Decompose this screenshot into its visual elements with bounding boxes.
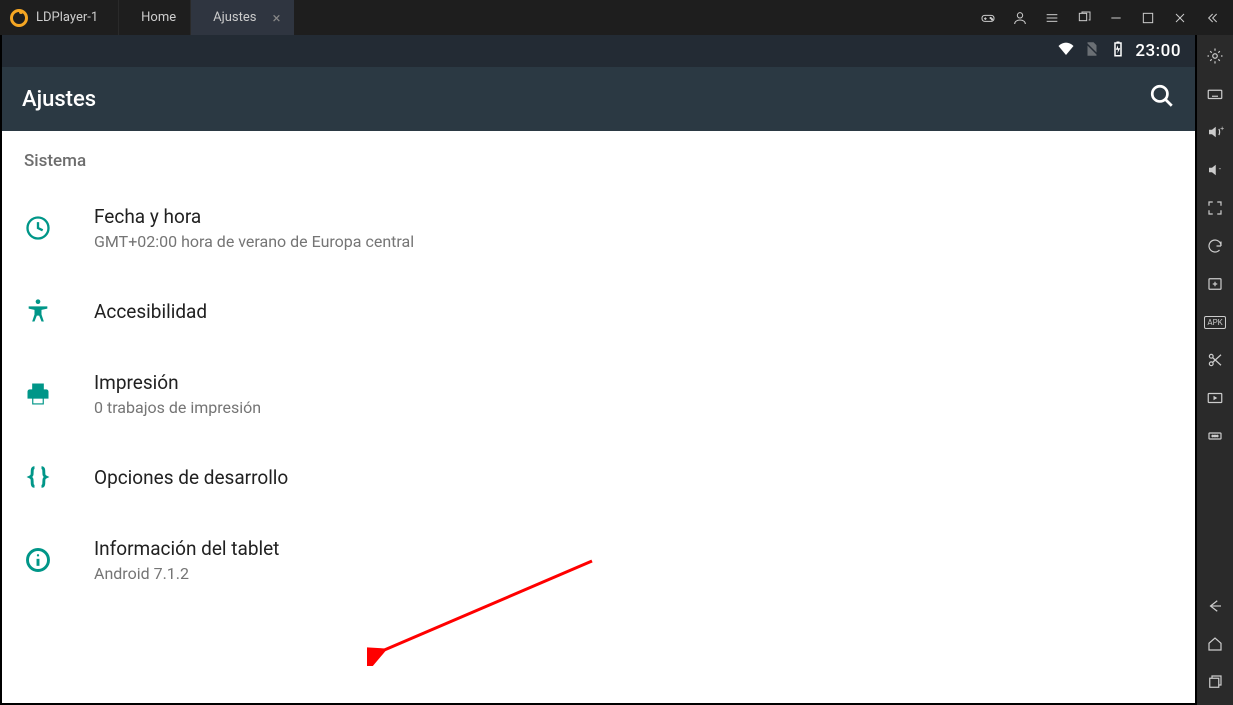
status-bar: 23:00 — [2, 35, 1195, 67]
back-nav-icon[interactable] — [1204, 595, 1226, 617]
app-bar: Ajustes — [2, 67, 1195, 131]
item-subtitle: GMT+02:00 hora de verano de Europa centr… — [94, 232, 414, 251]
volume-up-icon[interactable]: + — [1204, 121, 1226, 143]
keyboard-icon[interactable] — [1204, 83, 1226, 105]
search-icon[interactable] — [1149, 83, 1175, 115]
window-controls — [979, 9, 1233, 27]
item-title: Información del tablet — [94, 537, 279, 560]
minimize-icon[interactable] — [1107, 9, 1125, 27]
item-title: Accesibilidad — [94, 300, 207, 323]
item-accessibility[interactable]: Accesibilidad — [2, 273, 1195, 349]
sync-icon[interactable] — [1204, 235, 1226, 257]
more-icon[interactable] — [1204, 425, 1226, 447]
accessibility-icon — [22, 295, 54, 327]
tab-label: Home — [141, 10, 176, 25]
window-titlebar: LDPlayer-1 Home Ajustes × — [0, 0, 1233, 35]
scissors-icon[interactable] — [1204, 349, 1226, 371]
multi-window-icon[interactable] — [1075, 9, 1093, 27]
info-icon — [22, 544, 54, 576]
menu-icon[interactable] — [1043, 9, 1061, 27]
no-sim-icon — [1083, 40, 1101, 63]
close-icon[interactable]: × — [272, 9, 280, 27]
item-date-time[interactable]: Fecha y hora GMT+02:00 hora de verano de… — [2, 183, 1195, 273]
svg-text:+: + — [1220, 125, 1224, 133]
section-header: Sistema — [2, 131, 1195, 183]
svg-text:-: - — [1219, 165, 1222, 175]
settings-gear-icon[interactable] — [1204, 45, 1226, 67]
ldplayer-logo-icon — [10, 9, 28, 27]
item-tablet-info[interactable]: Información del tablet Android 7.1.2 — [2, 515, 1195, 605]
settings-list: Sistema Fecha y hora GMT+02:00 hora de v… — [2, 131, 1195, 703]
item-title: Opciones de desarrollo — [94, 466, 288, 489]
home-nav-icon[interactable] — [1204, 633, 1226, 655]
app-name-label: LDPlayer-1 — [36, 10, 98, 25]
apk-icon[interactable]: APK — [1204, 311, 1226, 333]
status-clock: 23:00 — [1135, 41, 1181, 61]
item-title: Fecha y hora — [94, 205, 414, 228]
app-title: LDPlayer-1 — [0, 0, 118, 35]
item-print[interactable]: Impresión 0 trabajos de impresión — [2, 349, 1195, 439]
tab-ajustes[interactable]: Ajustes × — [190, 0, 294, 35]
add-file-icon[interactable] — [1204, 273, 1226, 295]
user-icon[interactable] — [1011, 9, 1029, 27]
page-title: Ajustes — [22, 87, 96, 112]
print-icon — [22, 378, 54, 410]
battery-icon — [1109, 40, 1127, 63]
wifi-icon — [1057, 40, 1075, 63]
fullscreen-icon[interactable] — [1204, 197, 1226, 219]
maximize-icon[interactable] — [1139, 9, 1157, 27]
recents-nav-icon[interactable] — [1204, 671, 1226, 693]
item-subtitle: 0 trabajos de impresión — [94, 398, 261, 417]
gamepad-icon[interactable] — [979, 9, 997, 27]
collapse-sidebar-icon[interactable] — [1203, 9, 1221, 27]
item-developer-options[interactable]: Opciones de desarrollo — [2, 439, 1195, 515]
clock-icon — [22, 212, 54, 244]
emulator-sidebar: + - APK — [1197, 35, 1233, 705]
android-viewport: 23:00 Ajustes Sistema Fecha y hora GMT+0… — [2, 35, 1195, 703]
record-icon[interactable] — [1204, 387, 1226, 409]
braces-icon — [22, 461, 54, 493]
volume-down-icon[interactable]: - — [1204, 159, 1226, 181]
tab-label: Ajustes — [213, 10, 256, 25]
close-window-icon[interactable] — [1171, 9, 1189, 27]
item-title: Impresión — [94, 371, 261, 394]
tab-home[interactable]: Home — [118, 0, 190, 35]
item-subtitle: Android 7.1.2 — [94, 564, 279, 583]
